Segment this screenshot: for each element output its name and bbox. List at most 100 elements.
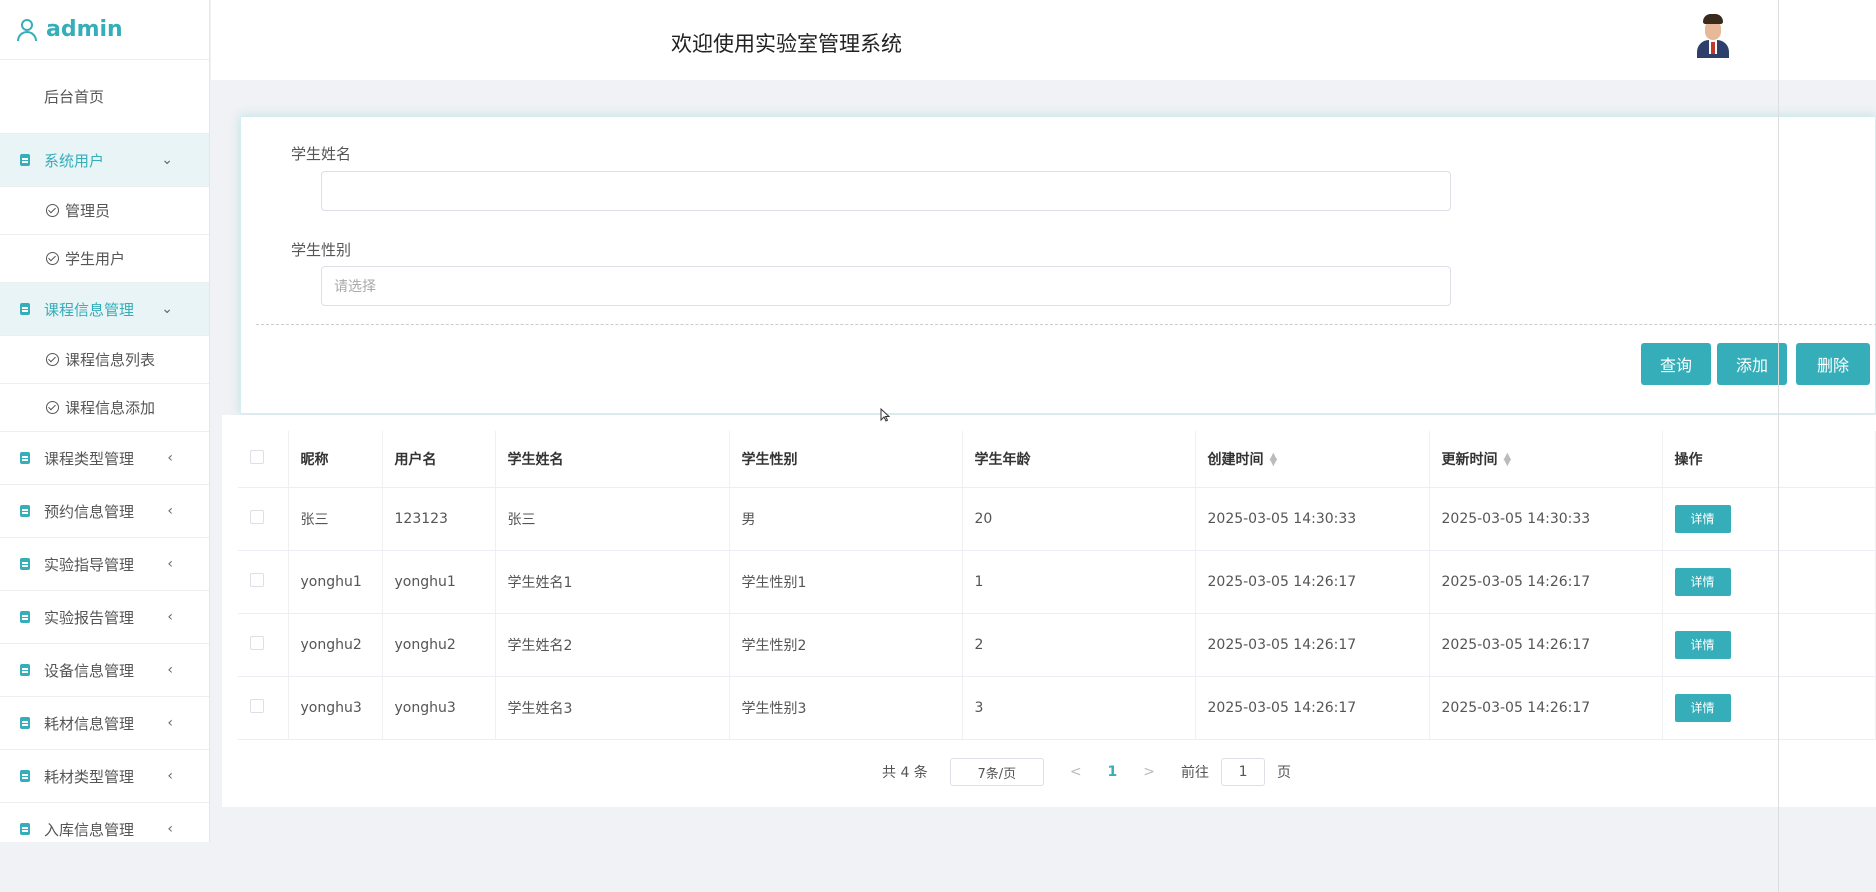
col-header-label: 创建时间 xyxy=(1207,451,1264,468)
page-number-current[interactable]: 1 xyxy=(1108,764,1118,780)
document-icon xyxy=(20,664,30,676)
row-select-cell xyxy=(238,676,289,740)
table-cell: yonghu2 xyxy=(288,613,383,677)
sidebar-brand: admin xyxy=(0,0,209,60)
sidebar-subitem[interactable]: 管理员 xyxy=(0,187,209,235)
sidebar-subitem[interactable]: 学生用户 xyxy=(0,235,209,283)
col-header-sortable[interactable]: 更新时间 ▲ ▼ xyxy=(1429,431,1663,488)
sidebar-group[interactable]: 课程类型管理 ‹ xyxy=(0,432,209,485)
detail-button[interactable]: 详情 xyxy=(1674,630,1731,659)
detail-button[interactable]: 详情 xyxy=(1674,693,1731,722)
table-cell: 学生姓名1 xyxy=(495,550,730,614)
sidebar-item-home[interactable]: 后台首页 xyxy=(0,60,209,134)
actions-cell: 详情 xyxy=(1662,613,1876,677)
sidebar-group-label: 耗材类型管理 xyxy=(44,767,135,786)
row-checkbox[interactable] xyxy=(250,635,264,650)
divider-vertical xyxy=(1778,0,1779,892)
sort-icon[interactable]: ▲ ▼ xyxy=(1504,451,1512,467)
document-icon xyxy=(20,452,30,464)
col-header: 昵称 xyxy=(288,431,383,488)
prev-page-button[interactable]: < xyxy=(1056,764,1096,780)
sidebar-group[interactable]: 耗材信息管理 ‹ xyxy=(0,697,209,750)
student-gender-select[interactable]: 请选择 xyxy=(321,266,1451,306)
avatar[interactable] xyxy=(1695,14,1731,58)
table-cell: 20 xyxy=(962,487,1196,551)
actions-cell: 详情 xyxy=(1662,550,1876,614)
sidebar-subitem[interactable]: 课程信息添加 xyxy=(0,384,209,432)
sidebar-group-label: 入库信息管理 xyxy=(44,820,135,839)
table-cell: 3 xyxy=(962,676,1196,740)
sidebar-group[interactable]: 耗材类型管理 ‹ xyxy=(0,750,209,803)
student-name-label: 学生姓名 xyxy=(291,145,352,163)
check-circle-icon xyxy=(46,252,59,265)
next-page-button[interactable]: > xyxy=(1129,764,1169,780)
chevron-down-icon: ⌄ xyxy=(161,152,173,168)
pagination: 共 4 条 7条/页 < 1 > 前往 1 页 xyxy=(882,758,1291,786)
delete-button[interactable]: 删除 xyxy=(1796,343,1870,385)
document-icon xyxy=(20,505,30,517)
table-row: yonghu2 yonghu2 学生姓名2 学生性别2 2 2025-03-05 14:2… xyxy=(238,613,1876,677)
divider xyxy=(256,324,1876,325)
table-cell: 学生性别2 xyxy=(729,613,963,677)
table-cell: 2025-03-05 14:30:33 xyxy=(1429,487,1663,551)
query-button[interactable]: 查询 xyxy=(1641,343,1711,385)
app-root: admin 后台首页 系统用户 ⌄ 管理员学生用户 课程信息管理 ⌄ 课程信息列表课程信息… xyxy=(0,0,1876,892)
sidebar-subitem-label: 课程信息列表 xyxy=(65,351,156,369)
sidebar-group[interactable]: 实验报告管理 ‹ xyxy=(0,591,209,644)
page-size-select[interactable]: 7条/页 xyxy=(949,758,1044,786)
data-table: 昵称 用户名 学生姓名 学生性别 学生年龄 创建时间 ▲ ▼ 更新时间 ▲ ▼ 操作 张… xyxy=(238,431,1876,740)
table-row: 张三 123123 张三男 20 2025-03-05 14:30:33 2025-03-… xyxy=(238,487,1876,551)
sort-icon[interactable]: ▲ ▼ xyxy=(1270,451,1278,467)
table-cell: 2025-03-05 14:30:33 xyxy=(1195,487,1430,551)
col-header: 学生性别 xyxy=(729,431,963,488)
add-button[interactable]: 添加 xyxy=(1717,343,1787,385)
sidebar-group-label: 耗材信息管理 xyxy=(44,714,135,733)
sidebar-subitem-label: 管理员 xyxy=(65,202,111,220)
table-cell: 学生姓名2 xyxy=(495,613,730,677)
search-panel: 学生姓名 学生性别 请选择 查询 添加 删除 xyxy=(240,116,1876,414)
goto-page-input[interactable]: 1 xyxy=(1221,758,1266,786)
table-cell: 2025-03-05 14:26:17 xyxy=(1429,676,1663,740)
detail-button[interactable]: 详情 xyxy=(1674,504,1731,533)
sidebar-group-label: 实验指导管理 xyxy=(44,555,135,574)
select-all-cell xyxy=(238,431,289,488)
row-checkbox[interactable] xyxy=(250,698,264,713)
document-icon xyxy=(20,303,30,315)
document-icon xyxy=(20,558,30,570)
table-cell: yonghu2 xyxy=(382,613,496,677)
table-cell: 2025-03-05 14:26:17 xyxy=(1429,613,1663,677)
sidebar-group[interactable]: 设备信息管理 ‹ xyxy=(0,644,209,697)
document-icon xyxy=(20,717,30,729)
table-cell: yonghu1 xyxy=(382,550,496,614)
col-header-sortable[interactable]: 创建时间 ▲ ▼ xyxy=(1195,431,1430,488)
table-cell: 2025-03-05 14:26:17 xyxy=(1195,550,1430,614)
table-cell: 学生姓名3 xyxy=(495,676,730,740)
table-cell: 1 xyxy=(962,550,1196,614)
table-cell: 123123 xyxy=(382,487,496,551)
row-checkbox[interactable] xyxy=(250,572,264,587)
table-cell: 张三 xyxy=(288,487,383,551)
sidebar-group[interactable]: 实验指导管理 ‹ xyxy=(0,538,209,591)
sidebar-group-label: 设备信息管理 xyxy=(44,661,135,680)
page-title: 欢迎使用实验室管理系统 xyxy=(671,32,902,56)
chevron-left-icon: ‹ xyxy=(167,450,173,466)
document-icon xyxy=(20,823,30,835)
chevron-down-icon: ⌄ xyxy=(161,301,173,317)
check-circle-icon xyxy=(46,353,59,366)
document-icon xyxy=(20,154,30,166)
check-circle-icon xyxy=(46,401,59,414)
sidebar-group[interactable]: 课程信息管理 ⌄ xyxy=(0,283,209,336)
actions-cell: 详情 xyxy=(1662,487,1876,551)
detail-button[interactable]: 详情 xyxy=(1674,567,1731,596)
sidebar-group[interactable]: 系统用户 ⌄ xyxy=(0,134,209,187)
sidebar-group-label: 实验报告管理 xyxy=(44,608,135,627)
table-cell: 2025-03-05 14:26:17 xyxy=(1429,550,1663,614)
row-checkbox[interactable] xyxy=(250,509,264,524)
table-cell: 男 xyxy=(729,487,963,551)
sidebar-group[interactable]: 预约信息管理 ‹ xyxy=(0,485,209,538)
sidebar-menu: 系统用户 ⌄ 管理员学生用户 课程信息管理 ⌄ 课程信息列表课程信息添加 课程类型管理 ‹ 预约… xyxy=(0,134,209,856)
select-all-checkbox[interactable] xyxy=(250,449,264,464)
student-name-input[interactable] xyxy=(321,171,1451,211)
sidebar-subitem[interactable]: 课程信息列表 xyxy=(0,336,209,384)
document-icon xyxy=(20,770,30,782)
